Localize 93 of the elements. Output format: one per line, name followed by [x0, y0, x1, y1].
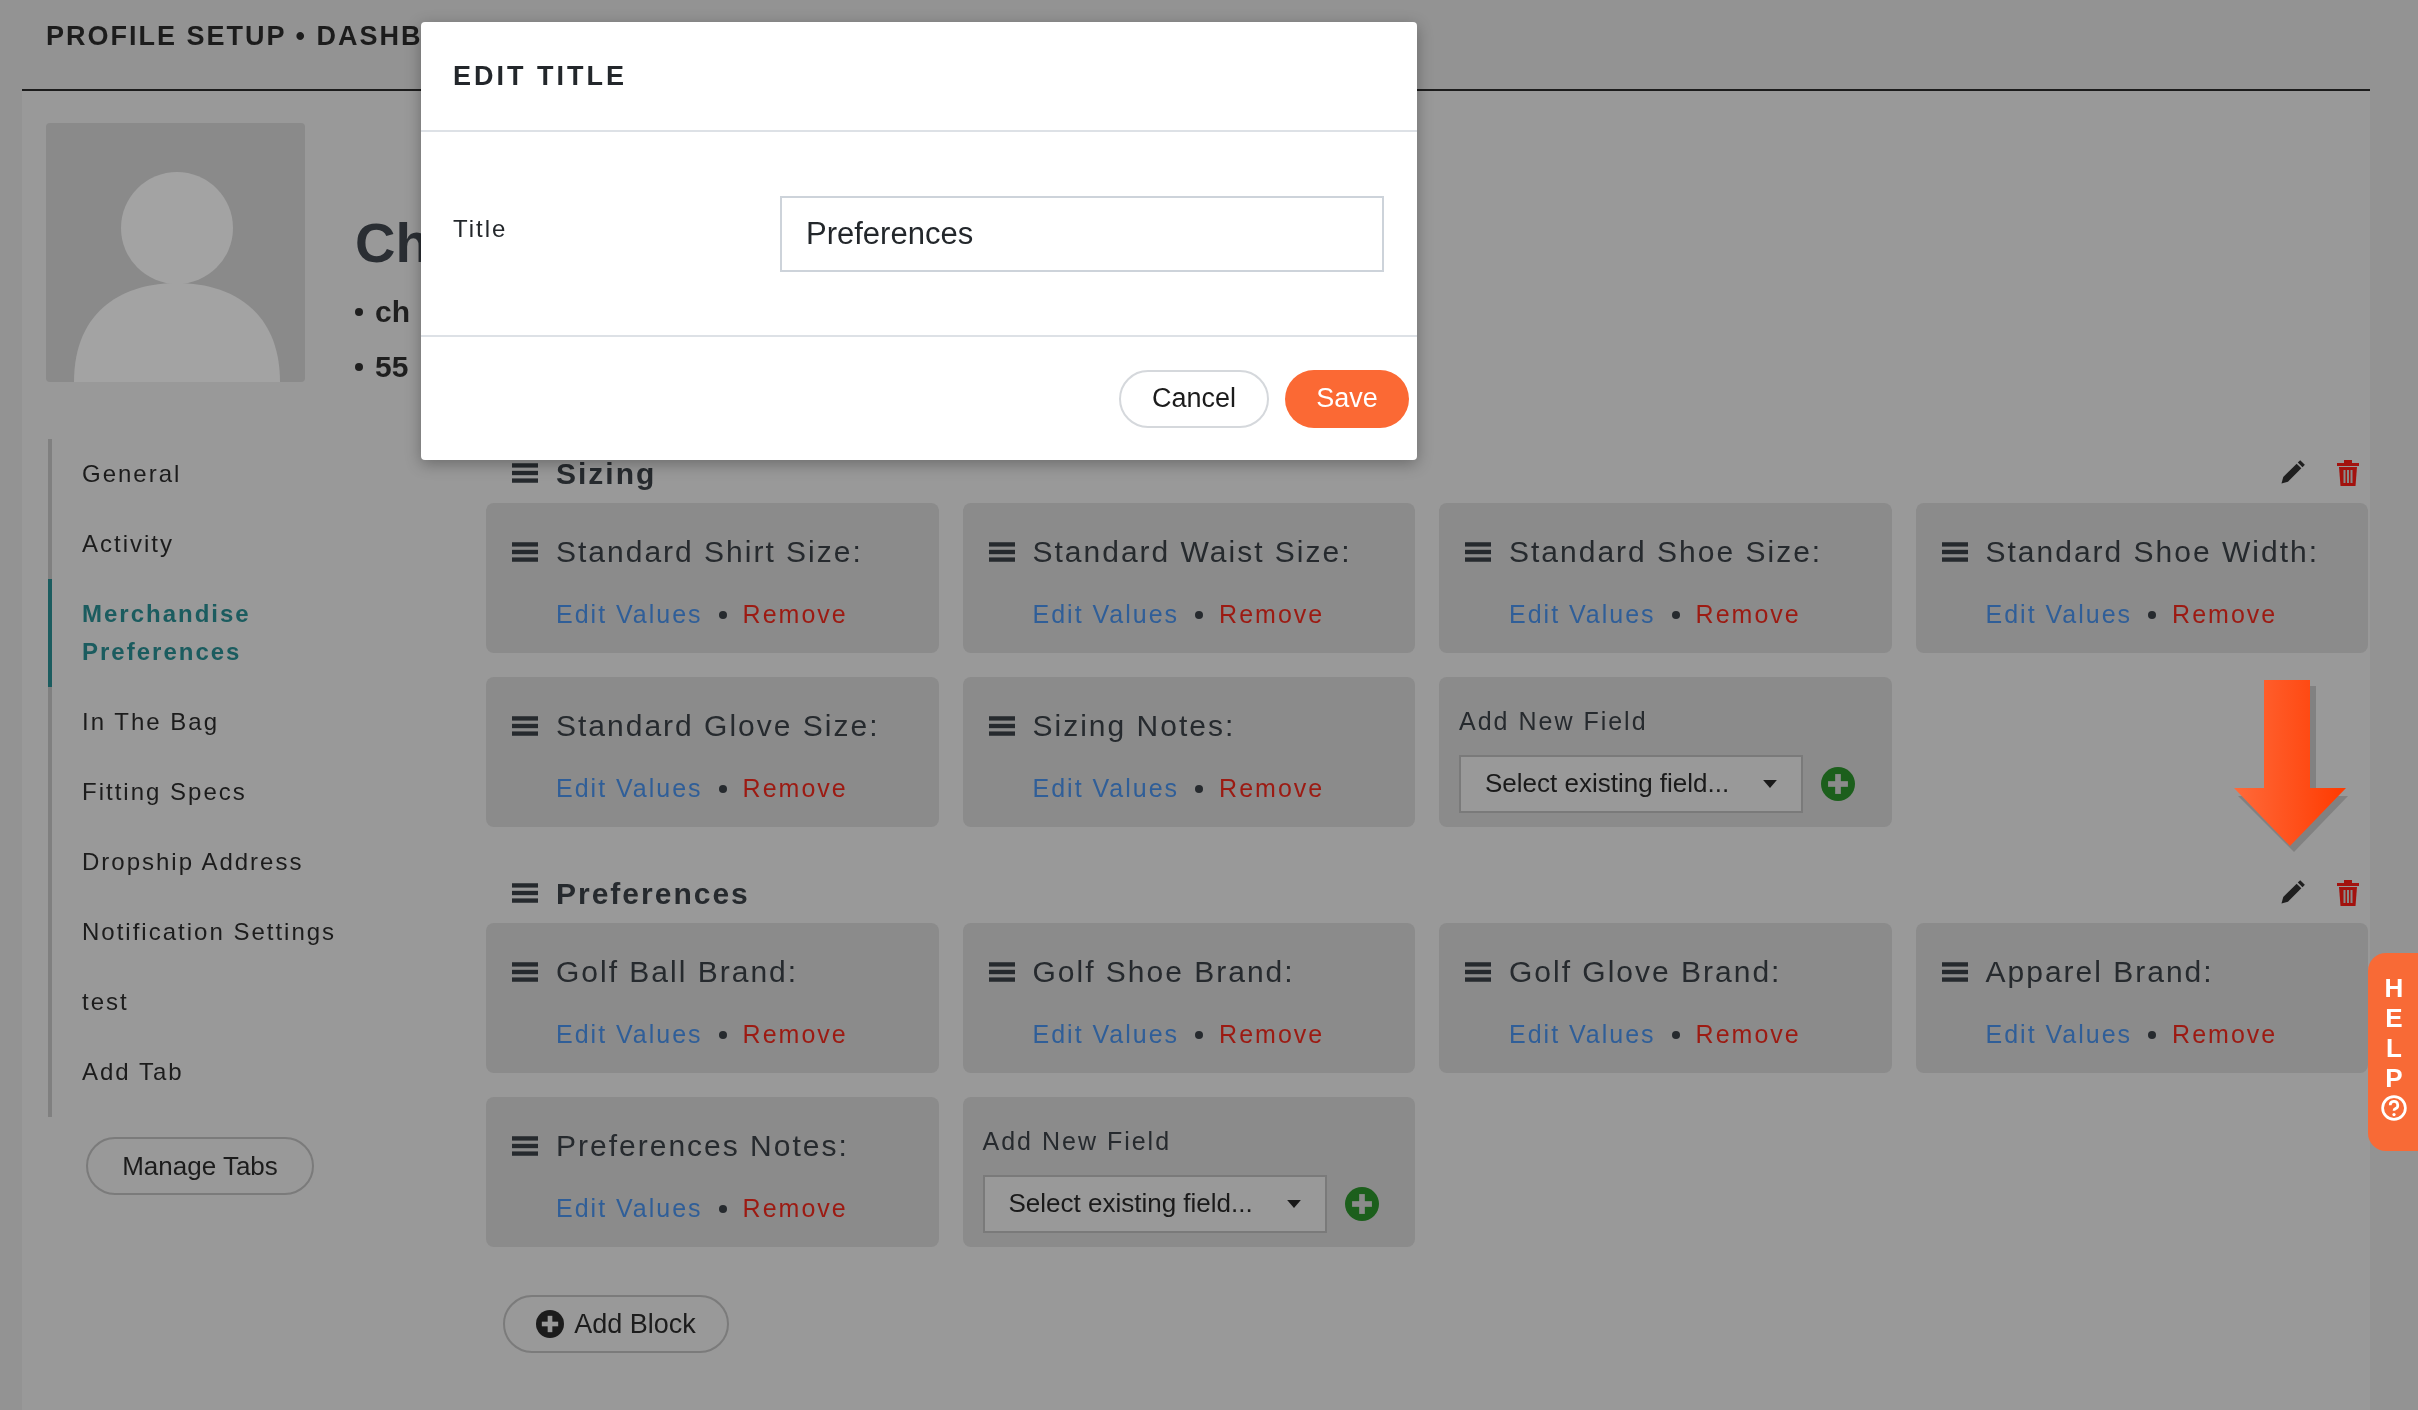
save-button[interactable]: Save: [1285, 369, 1409, 428]
edit-values-link[interactable]: Edit Values: [1509, 1016, 1656, 1054]
drag-handle-icon[interactable]: [512, 540, 538, 563]
help-tab[interactable]: HELP: [2368, 953, 2418, 1151]
bullet-icon: [1195, 1030, 1204, 1039]
bullet-icon: [355, 307, 363, 316]
drag-handle-icon[interactable]: [1941, 960, 1968, 983]
profile-detail: 55: [375, 349, 409, 385]
field-label: Standard Shoe Width:: [1985, 534, 2319, 570]
remove-link[interactable]: Remove: [1695, 596, 1801, 634]
field-label: Standard Waist Size:: [1032, 534, 1352, 570]
drag-handle-icon[interactable]: [1465, 540, 1491, 563]
add-field-label: Add New Field: [1459, 706, 1649, 737]
field-label: Golf Glove Brand:: [1509, 954, 1782, 990]
sidebar-item[interactable]: Add Tab: [52, 1037, 486, 1107]
edit-values-link[interactable]: Edit Values: [1985, 596, 2133, 634]
page-title: PROFILE SETUP • DASHB: [46, 21, 423, 51]
edit-values-link[interactable]: Edit Values: [1032, 596, 1180, 634]
remove-link[interactable]: Remove: [742, 770, 848, 808]
field-label: Sizing Notes:: [1032, 708, 1236, 744]
bullet-icon: [1671, 1030, 1680, 1039]
edit-values-link[interactable]: Edit Values: [556, 596, 703, 634]
field-label: Preferences Notes:: [556, 1128, 849, 1164]
block-title: Sizing: [556, 455, 657, 492]
remove-link[interactable]: Remove: [1219, 1016, 1325, 1054]
plus-circle-icon: [536, 1310, 565, 1338]
drag-handle-icon[interactable]: [512, 882, 538, 904]
trash-icon[interactable]: [2336, 879, 2360, 907]
drag-handle-icon[interactable]: [512, 960, 538, 983]
caret-icon: [1763, 779, 1777, 788]
dialog-title: EDIT TITLE: [453, 59, 627, 93]
drag-handle-icon[interactable]: [988, 714, 1015, 737]
bullet-icon: [2148, 1030, 2157, 1039]
trash-icon[interactable]: [2336, 459, 2360, 487]
remove-link[interactable]: Remove: [742, 1016, 848, 1054]
bullet-icon: [1195, 610, 1204, 619]
remove-link[interactable]: Remove: [742, 596, 848, 634]
remove-link[interactable]: Remove: [1695, 1016, 1801, 1054]
edit-values-link[interactable]: Edit Values: [1032, 1016, 1180, 1054]
add-block-button[interactable]: Add Block: [503, 1295, 729, 1353]
manage-tabs-button[interactable]: Manage Tabs: [86, 1137, 314, 1195]
add-icon[interactable]: [1821, 766, 1855, 801]
bullet-icon: [718, 1204, 727, 1213]
sidebar-item[interactable]: Fitting Specs: [52, 757, 486, 827]
edit-values-link[interactable]: Edit Values: [1985, 1016, 2133, 1054]
remove-link[interactable]: Remove: [2172, 596, 2278, 634]
field-label: Apparel Brand:: [1985, 954, 2214, 990]
remove-link[interactable]: Remove: [742, 1190, 848, 1228]
remove-link[interactable]: Remove: [1219, 770, 1325, 808]
edit-values-link[interactable]: Edit Values: [1509, 596, 1656, 634]
field-label: Standard Shoe Size:: [1509, 534, 1823, 570]
drag-handle-icon[interactable]: [512, 462, 538, 484]
help-icon: [2381, 1095, 2407, 1121]
field-select[interactable]: Select existing field...: [982, 1174, 1327, 1233]
bullet-icon: [2148, 610, 2157, 619]
drag-handle-icon[interactable]: [988, 960, 1015, 983]
add-icon[interactable]: [1344, 1186, 1379, 1221]
sidebar-item[interactable]: General: [52, 439, 486, 509]
caret-icon: [1286, 1199, 1301, 1208]
cancel-button[interactable]: Cancel: [1119, 369, 1269, 428]
bullet-icon: [718, 1030, 727, 1039]
sidebar-item[interactable]: Merchandise Preferences: [48, 579, 308, 687]
sidebar-item[interactable]: test: [52, 967, 486, 1037]
drag-handle-icon[interactable]: [512, 714, 538, 737]
edit-values-link[interactable]: Edit Values: [556, 770, 703, 808]
profile-detail: ch: [375, 294, 410, 330]
bullet-icon: [718, 610, 727, 619]
drag-handle-icon[interactable]: [988, 540, 1015, 563]
field-label: Standard Glove Size:: [556, 708, 880, 744]
add-field-label: Add New Field: [982, 1126, 1173, 1157]
edit-values-link[interactable]: Edit Values: [556, 1190, 703, 1228]
drag-handle-icon[interactable]: [1941, 540, 1968, 563]
edit-values-link[interactable]: Edit Values: [1032, 770, 1180, 808]
edit-values-link[interactable]: Edit Values: [556, 1016, 703, 1054]
field-label: Golf Ball Brand:: [556, 954, 799, 990]
remove-link[interactable]: Remove: [2172, 1016, 2278, 1054]
title-label: Title: [453, 213, 509, 244]
sidebar-item[interactable]: In The Bag: [52, 687, 486, 757]
bullet-icon: [355, 362, 363, 371]
sidebar-item[interactable]: Notification Settings: [52, 897, 486, 967]
block-title: Preferences: [556, 875, 750, 912]
sidebar-item[interactable]: Activity: [52, 509, 486, 579]
drag-handle-icon[interactable]: [1465, 960, 1491, 983]
bullet-icon: [1671, 610, 1680, 619]
field-select[interactable]: Select existing field...: [1459, 754, 1803, 813]
field-label: Golf Shoe Brand:: [1032, 954, 1295, 990]
remove-link[interactable]: Remove: [1219, 596, 1325, 634]
title-input[interactable]: Preferences: [780, 195, 1384, 272]
bullet-icon: [1195, 784, 1204, 793]
bullet-icon: [718, 784, 727, 793]
drag-handle-icon[interactable]: [512, 1134, 538, 1157]
field-label: Standard Shirt Size:: [556, 534, 863, 570]
sidebar-item[interactable]: Dropship Address: [52, 827, 486, 897]
